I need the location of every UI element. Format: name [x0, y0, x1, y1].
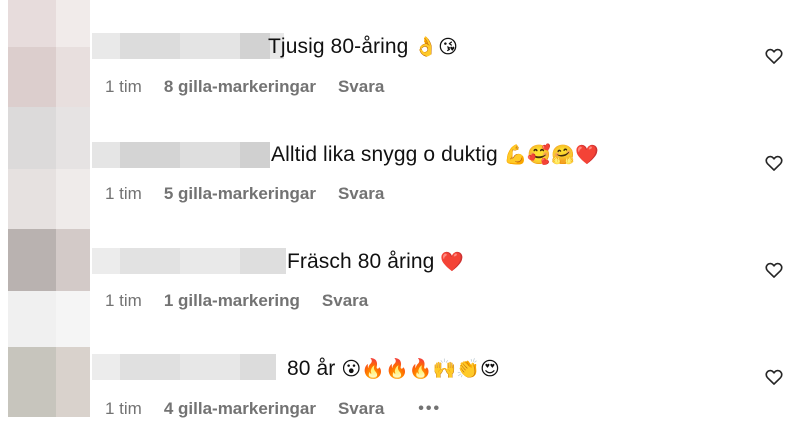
comment-body: Fräsch 80 åring: [287, 250, 435, 273]
comment-emojis: 😮🔥🔥🔥🙌👏😍: [341, 358, 500, 380]
comment-text: Tjusig 80-åring 👌😘: [268, 34, 458, 60]
reply-button[interactable]: Svara: [338, 399, 384, 419]
comment-time: 1 tim: [105, 77, 142, 96]
comment-meta: 1 tim 8 gilla-markeringar Svara: [105, 77, 384, 97]
comment-time: 1 tim: [105, 184, 142, 203]
reply-button[interactable]: Svara: [322, 291, 368, 311]
heart-outline-icon[interactable]: [764, 260, 784, 280]
comment-meta: 1 tim 4 gilla-markeringar Svara •••: [105, 399, 441, 419]
heart-outline-icon[interactable]: [764, 46, 784, 66]
comment-item: 80 år 😮🔥🔥🔥🙌👏😍 1 tim 4 gilla-markeringar …: [0, 321, 800, 428]
comment-body: 80 år: [287, 357, 336, 380]
blurred-username[interactable]: [92, 142, 270, 168]
likes-count-button[interactable]: 5 gilla-markeringar: [164, 184, 316, 204]
comment-item: Alltid lika snygg o duktig 💪🥰🤗❤️ 1 tim 5…: [0, 107, 800, 214]
likes-count-button[interactable]: 1 gilla-markering: [164, 291, 300, 311]
reply-button[interactable]: Svara: [338, 77, 384, 97]
blurred-username[interactable]: [92, 33, 284, 59]
reply-button[interactable]: Svara: [338, 184, 384, 204]
comment-emojis: ❤️: [440, 251, 465, 273]
comment-emojis: 💪🥰🤗❤️: [503, 144, 599, 166]
likes-count-button[interactable]: 4 gilla-markeringar: [164, 399, 316, 419]
comment-text: Fräsch 80 åring ❤️: [287, 249, 464, 275]
comment-text: 80 år 😮🔥🔥🔥🙌👏😍: [287, 356, 500, 382]
blurred-username[interactable]: [92, 248, 286, 274]
comment-body: Alltid lika snygg o duktig: [271, 143, 498, 166]
comment-body: Tjusig 80-åring: [268, 35, 409, 58]
comment-item: Fräsch 80 åring ❤️ 1 tim 1 gilla-markeri…: [0, 214, 800, 321]
likes-count-button[interactable]: 8 gilla-markeringar: [164, 77, 316, 97]
comment-time: 1 tim: [105, 291, 142, 310]
blurred-username[interactable]: [92, 354, 276, 380]
more-options-icon[interactable]: •••: [418, 399, 441, 419]
heart-outline-icon[interactable]: [764, 153, 784, 173]
comment-emojis: 👌😘: [414, 36, 459, 58]
heart-outline-icon[interactable]: [764, 367, 784, 387]
comment-meta: 1 tim 1 gilla-markering Svara: [105, 291, 368, 311]
comment-item: Tjusig 80-åring 👌😘 1 tim 8 gilla-markeri…: [0, 0, 800, 107]
comment-meta: 1 tim 5 gilla-markeringar Svara: [105, 184, 384, 204]
comment-time: 1 tim: [105, 399, 142, 418]
comment-text: Alltid lika snygg o duktig 💪🥰🤗❤️: [271, 142, 599, 168]
